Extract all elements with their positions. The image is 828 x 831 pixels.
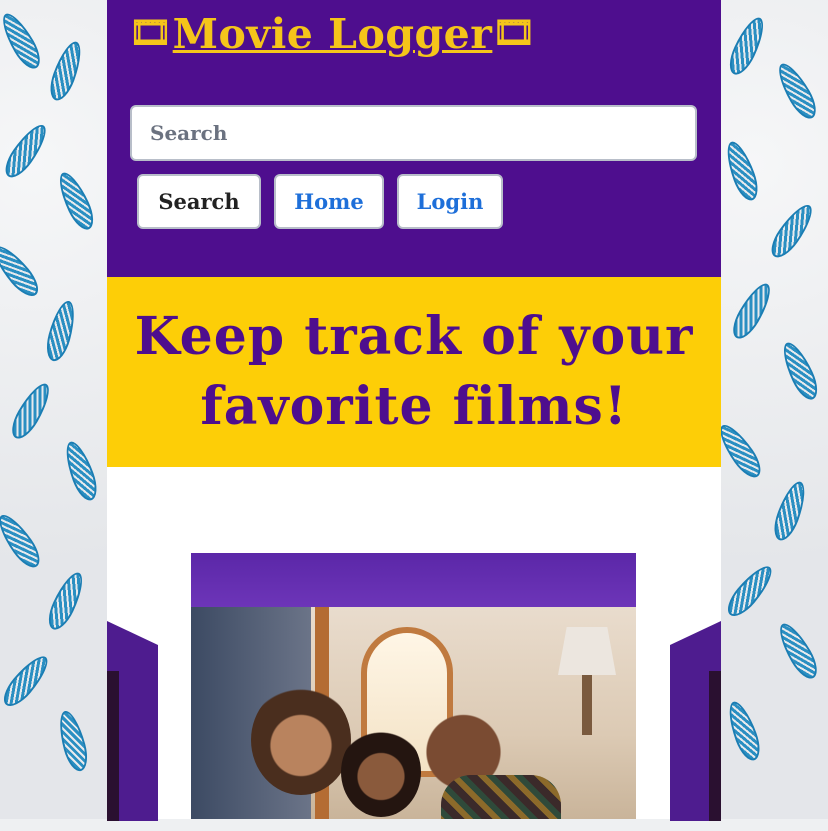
hero-headline: Keep track of your favorite films! <box>134 306 694 437</box>
feather-wallpaper-left <box>0 0 107 819</box>
search-button[interactable]: Search <box>137 174 261 229</box>
hero-banner: Keep track of your favorite films! <box>107 277 721 467</box>
search-input[interactable] <box>130 105 697 161</box>
site-logo[interactable]: 🎞Movie Logger🎞 <box>129 10 536 58</box>
image-carousel <box>107 467 721 821</box>
feather-wallpaper-right <box>721 0 828 819</box>
carousel-active-slide[interactable] <box>191 553 636 819</box>
film-frames-icon: 🎞 <box>492 13 537 53</box>
family-watching-movie-photo <box>191 607 636 819</box>
site-title[interactable]: Movie Logger <box>173 10 493 58</box>
carousel-next-slide[interactable] <box>670 621 721 821</box>
carousel-prev-slide[interactable] <box>107 621 158 821</box>
film-frames-icon: 🎞 <box>129 13 173 53</box>
home-button[interactable]: Home <box>274 174 384 229</box>
slide-top-bar <box>191 553 636 607</box>
main-column: 🎞Movie Logger🎞 Search Home Login Keep tr… <box>107 0 721 821</box>
site-header: 🎞Movie Logger🎞 Search Home Login <box>107 0 721 277</box>
login-button[interactable]: Login <box>397 174 503 229</box>
